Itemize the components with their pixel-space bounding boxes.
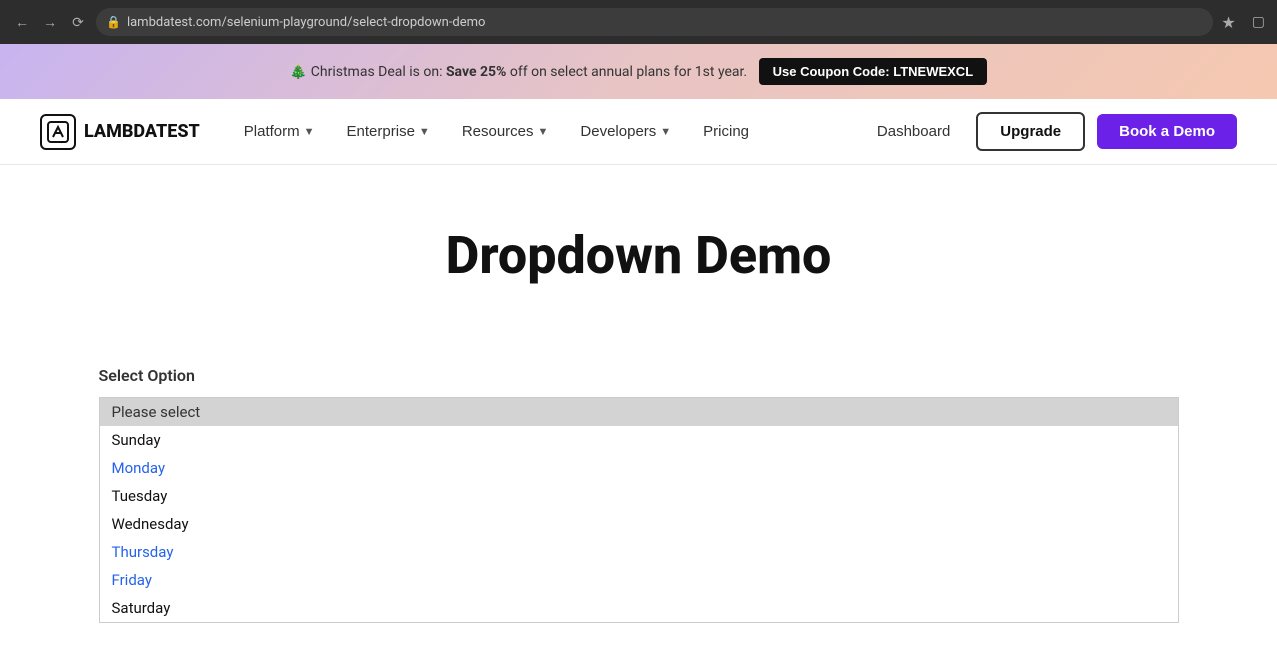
platform-label: Platform xyxy=(244,123,300,140)
dropdown-option-friday[interactable]: Friday xyxy=(100,566,1178,594)
platform-chevron-icon: ▼ xyxy=(304,126,315,138)
dashboard-button[interactable]: Dashboard xyxy=(863,115,964,148)
page-wrapper: 🎄 Christmas Deal is on: Save 25% off on … xyxy=(0,44,1277,663)
back-button[interactable]: ← xyxy=(12,12,32,32)
book-demo-button[interactable]: Book a Demo xyxy=(1097,114,1237,149)
developers-chevron-icon: ▼ xyxy=(660,126,671,138)
resources-nav-item[interactable]: Resources ▼ xyxy=(448,115,563,148)
logo[interactable]: LAMBDATEST xyxy=(40,114,200,150)
pricing-label: Pricing xyxy=(703,123,749,140)
reload-button[interactable]: ⟳ xyxy=(68,12,88,32)
banner-highlight: Save 25% xyxy=(446,64,506,80)
enterprise-chevron-icon: ▼ xyxy=(419,126,430,138)
dropdown-option-please-select[interactable]: Please select xyxy=(100,398,1178,426)
developers-label: Developers xyxy=(580,123,656,140)
nav-links: Platform ▼ Enterprise ▼ Resources ▼ Deve… xyxy=(230,115,863,148)
address-bar[interactable]: 🔒 lambdatest.com/selenium-playground/sel… xyxy=(96,8,1213,36)
dropdown-option-monday[interactable]: Monday xyxy=(100,454,1178,482)
coupon-button[interactable]: Use Coupon Code: LTNEWEXCL xyxy=(759,58,988,85)
select-option-label: Select Option xyxy=(99,366,1179,385)
developers-nav-item[interactable]: Developers ▼ xyxy=(566,115,685,148)
pricing-nav-item[interactable]: Pricing xyxy=(689,115,763,148)
banner-text-before: Christmas Deal is on: xyxy=(311,64,446,80)
platform-nav-item[interactable]: Platform ▼ xyxy=(230,115,329,148)
browser-chrome: ← → ⟳ 🔒 lambdatest.com/selenium-playgrou… xyxy=(0,0,1277,44)
lock-icon: 🔒 xyxy=(106,15,121,29)
window-icon[interactable]: ▢ xyxy=(1252,14,1265,30)
dropdown-option-wednesday[interactable]: Wednesday xyxy=(100,510,1178,538)
main-content: Dropdown Demo Select Option Please selec… xyxy=(0,165,1277,663)
navbar: LAMBDATEST Platform ▼ Enterprise ▼ Resou… xyxy=(0,99,1277,165)
banner-emoji: 🎄 xyxy=(290,64,307,80)
banner-text-after: off on select annual plans for 1st year. xyxy=(510,64,747,80)
nav-right: Dashboard Upgrade Book a Demo xyxy=(863,112,1237,151)
dropdown-option-tuesday[interactable]: Tuesday xyxy=(100,482,1178,510)
dropdown-open-list: Please select Sunday Monday Tuesday Wedn… xyxy=(99,397,1179,623)
dropdown-option-thursday[interactable]: Thursday xyxy=(100,538,1178,566)
enterprise-label: Enterprise xyxy=(347,123,415,140)
page-title: Dropdown Demo xyxy=(40,225,1237,286)
dropdown-option-sunday[interactable]: Sunday xyxy=(100,426,1178,454)
resources-chevron-icon: ▼ xyxy=(538,126,549,138)
dropdown-option-saturday[interactable]: Saturday xyxy=(100,594,1178,622)
enterprise-nav-item[interactable]: Enterprise ▼ xyxy=(333,115,444,148)
promo-banner: 🎄 Christmas Deal is on: Save 25% off on … xyxy=(0,44,1277,99)
url-text: lambdatest.com/selenium-playground/selec… xyxy=(127,15,486,30)
logo-text: LAMBDATEST xyxy=(84,121,200,142)
bookmark-icon[interactable]: ★ xyxy=(1221,13,1235,32)
upgrade-button[interactable]: Upgrade xyxy=(976,112,1085,151)
logo-icon xyxy=(40,114,76,150)
dropdown-wrapper: Please select Sunday Monday Tuesday Wedn… xyxy=(99,397,1179,623)
resources-label: Resources xyxy=(462,123,534,140)
forward-button[interactable]: → xyxy=(40,12,60,32)
select-section: Select Option Please select Sunday Monda… xyxy=(99,366,1179,623)
